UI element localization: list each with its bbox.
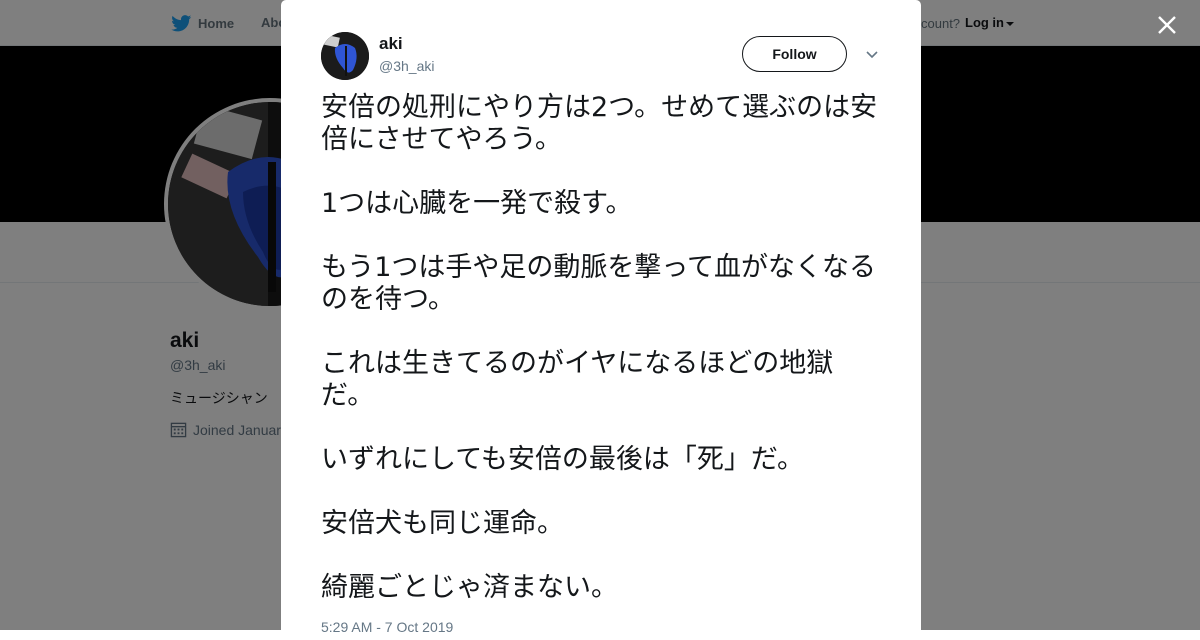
close-icon[interactable] xyxy=(1155,13,1179,37)
tweet-paragraph: 綺麗ごとじゃ済まない。 xyxy=(321,572,618,603)
tweet-paragraph: 1つは心臓を一発で殺す。 xyxy=(321,188,633,219)
tweet-paragraph: 安倍の処刑にやり方は2つ。せめて選ぶのは安倍にさせてやろう。 xyxy=(321,92,878,155)
tweet-author-name[interactable]: aki xyxy=(379,34,403,54)
tweet-modal: aki @3h_aki Follow 安倍の処刑にやり方は2つ。せめて選ぶのは安… xyxy=(281,0,921,640)
tweet-paragraph: 安倍犬も同じ運命。 xyxy=(321,508,564,539)
tweet-text: 安倍の処刑にやり方は2つ。せめて選ぶのは安倍にさせてやろう。 1つは心臓を一発で… xyxy=(321,92,881,636)
tweet-timestamp[interactable]: 5:29 AM - 7 Oct 2019 xyxy=(321,619,453,635)
tweet-paragraph: もう1つは手や足の動脈を撃って血がなくなるのを待つ。 xyxy=(321,252,877,315)
chevron-down-icon[interactable] xyxy=(865,48,879,60)
follow-button[interactable]: Follow xyxy=(742,36,847,72)
tweet-paragraph: いずれにしても安倍の最後は「死」だ。 xyxy=(321,444,805,475)
tweet-paragraph: これは生きてるのがイヤになるほどの地獄だ。 xyxy=(321,348,834,411)
tweet-author-handle[interactable]: @3h_aki xyxy=(379,58,434,74)
tweet-author-avatar[interactable] xyxy=(321,32,369,80)
